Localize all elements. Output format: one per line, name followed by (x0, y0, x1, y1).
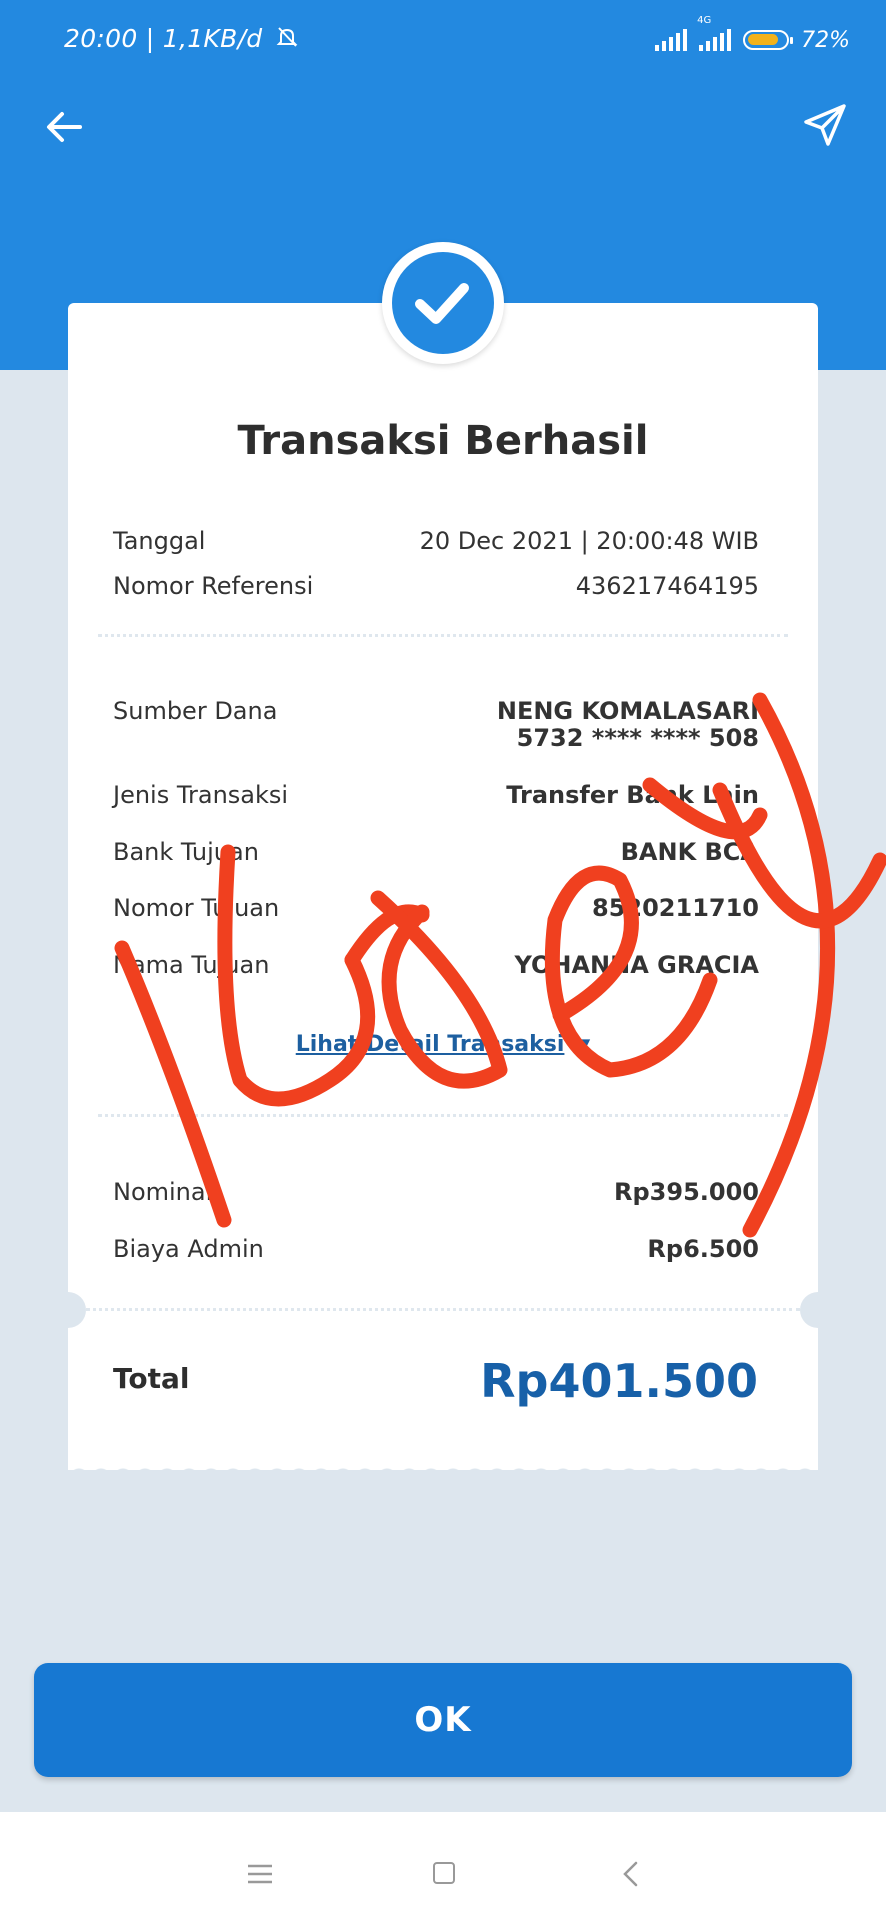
divider (86, 1308, 800, 1311)
total-value: Rp401.500 (480, 1354, 758, 1408)
admin-fee-value: Rp6.500 (647, 1235, 759, 1263)
nominal-label: Nominal (113, 1178, 213, 1206)
type-value: Transfer Bank Lain (506, 781, 759, 809)
type-label: Jenis Transaksi (113, 781, 289, 809)
dest-name-label: Nama Tujuan (113, 951, 270, 979)
admin-fee-label: Biaya Admin (113, 1235, 264, 1263)
date-label: Tanggal (113, 527, 206, 555)
source-name: NENG KOMALASARI (496, 697, 759, 725)
home-icon[interactable] (433, 1862, 455, 1884)
detail-link-label[interactable]: Lihat Detail Transaksi (296, 1032, 565, 1057)
receipt-edge-bottom (68, 1458, 818, 1476)
nominal-value: Rp395.000 (614, 1178, 759, 1206)
network-type-label: 4G (697, 15, 712, 26)
bank-value: BANK BCA (620, 838, 759, 866)
dest-name-value: YOHANNA GRACIA (514, 951, 759, 979)
battery-percent: 72% (801, 27, 850, 53)
status-time-speed: 20:00 | 1,1KB/d (64, 24, 263, 53)
muted-bell-icon (275, 25, 299, 55)
success-badge (382, 242, 504, 364)
source-account: 5732 **** **** 508 (516, 724, 759, 752)
bank-label: Bank Tujuan (113, 838, 259, 866)
system-nav-bar (0, 1812, 886, 1920)
signal-4g-icon: 4G (697, 15, 732, 51)
page-title: Transaksi Berhasil (237, 418, 649, 464)
source-label: Sumber Dana (113, 697, 278, 725)
status-time: 20:00 | 1,1KB/d (64, 24, 299, 55)
dest-number-value: 8520211710 (592, 894, 759, 922)
detail-link[interactable]: Lihat Detail Transaksi ▼ (68, 1032, 818, 1057)
back-chevron-icon[interactable] (620, 1860, 640, 1892)
ok-button[interactable]: OK (34, 1663, 852, 1777)
back-arrow-icon[interactable] (40, 102, 90, 152)
signal-icon (655, 29, 688, 51)
date-value: 20 Dec 2021 | 20:00:48 WIB (419, 527, 759, 555)
receipt-card (68, 303, 818, 1466)
reference-label: Nomor Referensi (113, 572, 314, 600)
menu-icon[interactable] (248, 1864, 272, 1884)
share-send-icon[interactable] (800, 100, 850, 150)
divider (98, 634, 788, 637)
check-icon (415, 283, 469, 324)
total-label: Total (113, 1362, 190, 1395)
dest-number-label: Nomor Tujuan (113, 894, 280, 922)
status-bar: 20:00 | 1,1KB/d 4G 72% (0, 0, 886, 80)
chevron-down-icon: ▼ (576, 1035, 591, 1056)
divider (98, 1114, 788, 1117)
battery-icon (743, 30, 794, 50)
status-indicators: 4G 72% (655, 15, 850, 56)
reference-value: 436217464195 (575, 572, 759, 600)
